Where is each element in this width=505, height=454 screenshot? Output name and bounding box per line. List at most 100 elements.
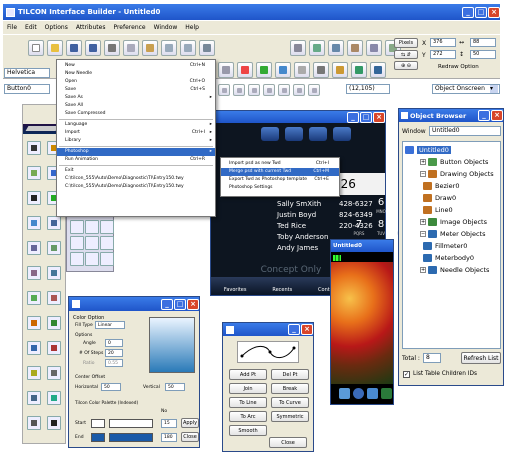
tree-item[interactable]: + Needle Objects <box>405 264 498 276</box>
tree-expander-icon[interactable]: + <box>420 219 426 225</box>
menu-window[interactable]: Window <box>154 24 178 31</box>
square-shape-icon[interactable] <box>70 252 84 266</box>
table-tool-icon[interactable] <box>47 241 61 255</box>
angle-field[interactable]: 0 <box>105 339 123 347</box>
object-name-field[interactable]: Button0 <box>4 84 50 94</box>
photoshop-menu-item[interactable]: Photoshop Settings <box>221 184 339 192</box>
bezier-symmetric-button[interactable]: Symmetric <box>271 411 309 422</box>
bezier-smooth-button[interactable]: Smooth <box>229 425 267 436</box>
photoshop-menu-item[interactable]: Merge psd with current Twd Ctrl+M <box>221 168 339 176</box>
end-value-field[interactable]: 180 <box>161 433 177 442</box>
open-folder-icon[interactable] <box>47 40 63 56</box>
w-field[interactable]: 88 <box>470 38 496 47</box>
file-menu-item[interactable]: C:\tilcon_555\Auto\Demo\Diagnostic\TI\En… <box>57 175 215 183</box>
clock-icon[interactable] <box>47 316 61 330</box>
cd-close-icon[interactable]: × <box>187 298 199 310</box>
down-icon[interactable] <box>278 84 290 96</box>
nudge-icon[interactable]: ⇆ ⇵ <box>394 50 418 59</box>
keypad-key[interactable]: 6 MNO <box>371 197 391 217</box>
redo-icon[interactable] <box>180 40 196 56</box>
start-value-field[interactable]: 15 <box>161 419 177 428</box>
help-icon[interactable] <box>308 84 320 96</box>
file-menu-item[interactable]: Run Animation Ctrl+R <box>57 156 215 164</box>
save-all-icon[interactable] <box>85 40 101 56</box>
copy-icon[interactable] <box>123 40 139 56</box>
list-icon[interactable] <box>27 241 41 255</box>
tree-item[interactable]: + Button Objects <box>405 156 498 168</box>
close-icon[interactable]: × <box>488 6 500 18</box>
file-menu-item[interactable]: Save All <box>57 102 215 110</box>
phone-btn-a-icon[interactable] <box>261 127 279 141</box>
dock-phone-icon[interactable] <box>381 388 392 399</box>
forward-icon[interactable] <box>233 84 245 96</box>
back-icon[interactable] <box>248 84 260 96</box>
file-menu-item[interactable]: Import Ctrl+I ▸ <box>57 129 215 137</box>
end-swatch[interactable] <box>91 433 105 442</box>
fill-icon[interactable] <box>256 62 272 78</box>
grid-tool-icon[interactable] <box>47 416 61 430</box>
checkbox-tool-icon[interactable] <box>47 216 61 230</box>
tree-item[interactable]: + Image Objects <box>405 216 498 228</box>
object-onscreen-dropdown[interactable]: Object Onscreen ▾ <box>432 84 500 94</box>
camera-icon[interactable] <box>313 62 329 78</box>
bz-close-icon[interactable]: × <box>301 324 313 335</box>
phone-nav-1[interactable]: Recents <box>272 287 292 293</box>
keypad-key[interactable]: 7 PQRS <box>349 219 369 239</box>
close-button[interactable]: Close <box>181 432 199 442</box>
circle-shape-icon[interactable] <box>85 236 99 250</box>
bezier-add-pt-button[interactable]: Add Pt <box>229 369 267 380</box>
tree-item[interactable]: − Meter Objects <box>405 228 498 240</box>
apply-button[interactable]: Apply <box>181 418 199 428</box>
menu-help[interactable]: Help <box>185 24 199 31</box>
tree-expander-icon[interactable]: − <box>420 231 426 237</box>
minimize-icon[interactable]: _ <box>462 6 474 18</box>
scroll-icon[interactable] <box>27 391 41 405</box>
file-menu-item[interactable]: Photoshop ▸ <box>57 148 215 156</box>
trapezoid-shape-icon[interactable] <box>100 236 114 250</box>
font-field[interactable]: Helvetica <box>4 68 50 78</box>
radio-icon[interactable] <box>47 291 61 305</box>
bezier-del-pt-button[interactable]: Del Pt <box>271 369 309 380</box>
menu-edit[interactable]: Edit <box>25 24 37 31</box>
refresh-list-button[interactable]: Refresh List <box>461 352 501 364</box>
phone-maximize-icon[interactable]: □ <box>360 111 372 123</box>
tree-item[interactable]: − Drawing Objects <box>405 168 498 180</box>
tree-item[interactable]: Bezier0 <box>405 180 498 192</box>
paste-icon[interactable] <box>142 40 158 56</box>
cd-maximize-icon[interactable]: □ <box>174 298 186 310</box>
cd-minimize-icon[interactable]: _ <box>161 298 173 310</box>
menu-options[interactable]: Options <box>45 24 68 31</box>
phone-close-icon[interactable]: × <box>373 111 385 123</box>
x-field[interactable]: 376 <box>430 38 456 47</box>
keyboard-icon[interactable] <box>27 416 41 430</box>
file-menu-item[interactable]: New Needle <box>57 70 215 78</box>
grid-icon[interactable] <box>290 40 306 56</box>
file-menu-item[interactable]: Library ▸ <box>57 137 215 145</box>
dock-photo-icon[interactable] <box>339 388 350 399</box>
bezier-close-button[interactable]: Close <box>269 437 307 448</box>
up-icon[interactable] <box>263 84 275 96</box>
fill-type-dropdown[interactable]: Linear <box>95 321 125 329</box>
phone-minimize-icon[interactable]: _ <box>347 111 359 123</box>
window-field[interactable]: Untitled0 <box>429 126 501 136</box>
arrow-down-shape-icon[interactable] <box>85 252 99 266</box>
bezier-to-arc-button[interactable]: To Arc <box>229 411 267 422</box>
table-icon[interactable] <box>366 40 382 56</box>
meter-icon[interactable] <box>47 266 61 280</box>
dock-browser-icon[interactable] <box>353 388 364 399</box>
bezier-break-button[interactable]: Break <box>271 383 309 394</box>
ob-minimize-icon[interactable]: _ <box>478 110 490 121</box>
button-tool-icon[interactable] <box>27 216 41 230</box>
menu-attributes[interactable]: Attributes <box>76 24 106 31</box>
entry-icon[interactable] <box>47 366 61 380</box>
horizontal-field[interactable]: 50 <box>101 383 121 391</box>
tree-item[interactable]: Meterbody0 <box>405 252 498 264</box>
slider-icon[interactable] <box>27 266 41 280</box>
photoshop-menu-item[interactable]: Import psd as new Twd Ctrl+I <box>221 160 339 168</box>
link-icon[interactable] <box>370 62 386 78</box>
ob-close-icon[interactable]: × <box>491 110 503 121</box>
align-center-icon[interactable]: ⊕ ⊖ <box>394 61 418 70</box>
phone-btn-c-icon[interactable] <box>309 127 327 141</box>
file-menu-item[interactable]: C:\tilcon_555\Auto\Demo\Diagnostic\TI\En… <box>57 183 215 191</box>
file-menu-item[interactable]: Save As ▸ <box>57 94 215 102</box>
